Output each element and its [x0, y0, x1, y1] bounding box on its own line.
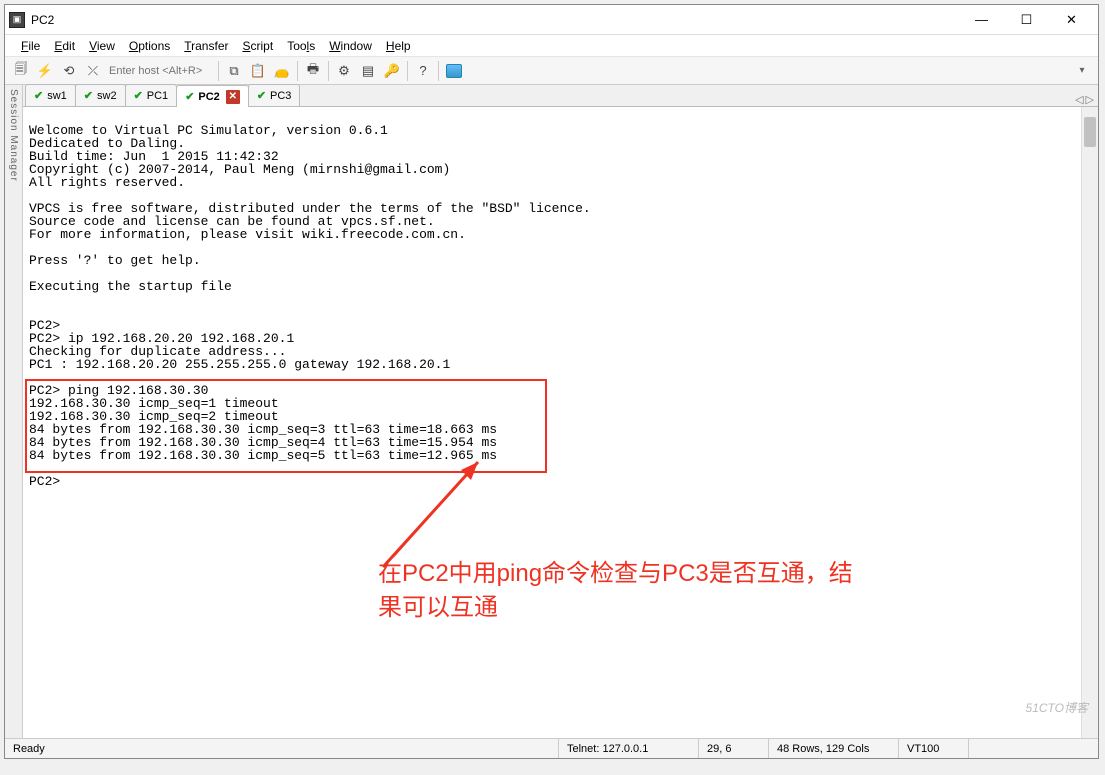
- profile-icon[interactable]: 🗐: [9, 60, 33, 82]
- menu-view[interactable]: View: [83, 37, 121, 55]
- session-manager-label: Session Manager: [8, 89, 19, 182]
- tab-nav: ◁ ▷: [1075, 93, 1098, 106]
- menu-options[interactable]: Options: [123, 37, 176, 55]
- toolbar: 🗐 ⚡ ⟲ ⤫ ⧉ 📋 👝 🖶 ⚙ ▤ 🔑 ? ▾: [5, 57, 1098, 85]
- session-manager-sidebar[interactable]: Session Manager: [5, 85, 23, 738]
- menu-file[interactable]: File: [15, 37, 46, 55]
- statusbar: Ready Telnet: 127.0.0.1 29, 6 48 Rows, 1…: [5, 738, 1098, 758]
- status-size: 48 Rows, 129 Cols: [768, 739, 898, 758]
- toolbar-dropdown-icon[interactable]: ▾: [1070, 60, 1094, 82]
- menu-window[interactable]: Window: [323, 37, 378, 55]
- copy-icon[interactable]: ⧉: [222, 60, 246, 82]
- minimize-button[interactable]: —: [959, 6, 1004, 34]
- disconnect-icon[interactable]: ⤫: [81, 60, 105, 82]
- app-window: ▣ PC2 — ☐ ✕ File Edit View Options Trans…: [4, 4, 1099, 759]
- toolbar-divider: [297, 61, 298, 81]
- tabbar: ✔sw1 ✔sw2 ✔PC1 ✔PC2✕ ✔PC3 ◁ ▷: [23, 85, 1098, 107]
- toolbar-divider: [328, 61, 329, 81]
- key-icon[interactable]: 🔑: [380, 60, 404, 82]
- annotation-text: 在PC2中用ping命令检查与PC3是否互通，结 果可以互通: [378, 557, 1078, 625]
- main-area: ✔sw1 ✔sw2 ✔PC1 ✔PC2✕ ✔PC3 ◁ ▷ Welcome to…: [23, 85, 1098, 738]
- check-icon: ✔: [185, 90, 194, 103]
- tab-next-icon[interactable]: ▷: [1086, 93, 1094, 106]
- scroll-thumb[interactable]: [1084, 117, 1096, 147]
- help-icon[interactable]: ?: [411, 60, 435, 82]
- tab-sw1[interactable]: ✔sw1: [25, 84, 76, 106]
- options-icon[interactable]: ▤: [356, 60, 380, 82]
- reconnect-icon[interactable]: ⟲: [57, 60, 81, 82]
- check-icon: ✔: [257, 89, 266, 102]
- check-icon: ✔: [34, 89, 43, 102]
- menu-help[interactable]: Help: [380, 37, 417, 55]
- menu-transfer[interactable]: Transfer: [178, 37, 234, 55]
- tab-pc3[interactable]: ✔PC3: [248, 84, 301, 106]
- color-icon[interactable]: [442, 60, 466, 82]
- status-spacer: [968, 739, 1098, 758]
- check-icon: ✔: [84, 89, 93, 102]
- find-icon[interactable]: 👝: [270, 60, 294, 82]
- window-title: PC2: [31, 13, 959, 27]
- menubar: File Edit View Options Transfer Script T…: [5, 35, 1098, 57]
- paste-icon[interactable]: 📋: [246, 60, 270, 82]
- body: Session Manager ✔sw1 ✔sw2 ✔PC1 ✔PC2✕ ✔PC…: [5, 85, 1098, 738]
- scrollbar[interactable]: [1081, 107, 1098, 738]
- close-tab-icon[interactable]: ✕: [226, 90, 240, 104]
- toolbar-divider: [438, 61, 439, 81]
- tab-prev-icon[interactable]: ◁: [1075, 93, 1083, 106]
- menu-tools[interactable]: Tools: [281, 37, 321, 55]
- menu-edit[interactable]: Edit: [48, 37, 81, 55]
- tab-sw2[interactable]: ✔sw2: [75, 84, 126, 106]
- annotation-box: [25, 379, 547, 473]
- maximize-button[interactable]: ☐: [1004, 6, 1049, 34]
- app-icon: ▣: [9, 12, 25, 28]
- terminal-pane[interactable]: Welcome to Virtual PC Simulator, version…: [23, 107, 1098, 738]
- print-icon[interactable]: 🖶: [301, 60, 325, 82]
- watermark: 51CTO博客: [1026, 699, 1088, 716]
- check-icon: ✔: [134, 89, 143, 102]
- status-ready: Ready: [5, 739, 558, 758]
- status-term-type: VT100: [898, 739, 968, 758]
- tab-pc1[interactable]: ✔PC1: [125, 84, 178, 106]
- menu-script[interactable]: Script: [237, 37, 280, 55]
- toolbar-divider: [218, 61, 219, 81]
- quick-connect-icon[interactable]: ⚡: [33, 60, 57, 82]
- settings-icon[interactable]: ⚙: [332, 60, 356, 82]
- close-button[interactable]: ✕: [1049, 6, 1094, 34]
- toolbar-divider: [407, 61, 408, 81]
- tab-pc2[interactable]: ✔PC2✕: [176, 85, 249, 107]
- status-telnet: Telnet: 127.0.0.1: [558, 739, 698, 758]
- status-cursor-pos: 29, 6: [698, 739, 768, 758]
- titlebar: ▣ PC2 — ☐ ✕: [5, 5, 1098, 35]
- window-controls: — ☐ ✕: [959, 6, 1094, 34]
- host-input[interactable]: [105, 62, 215, 80]
